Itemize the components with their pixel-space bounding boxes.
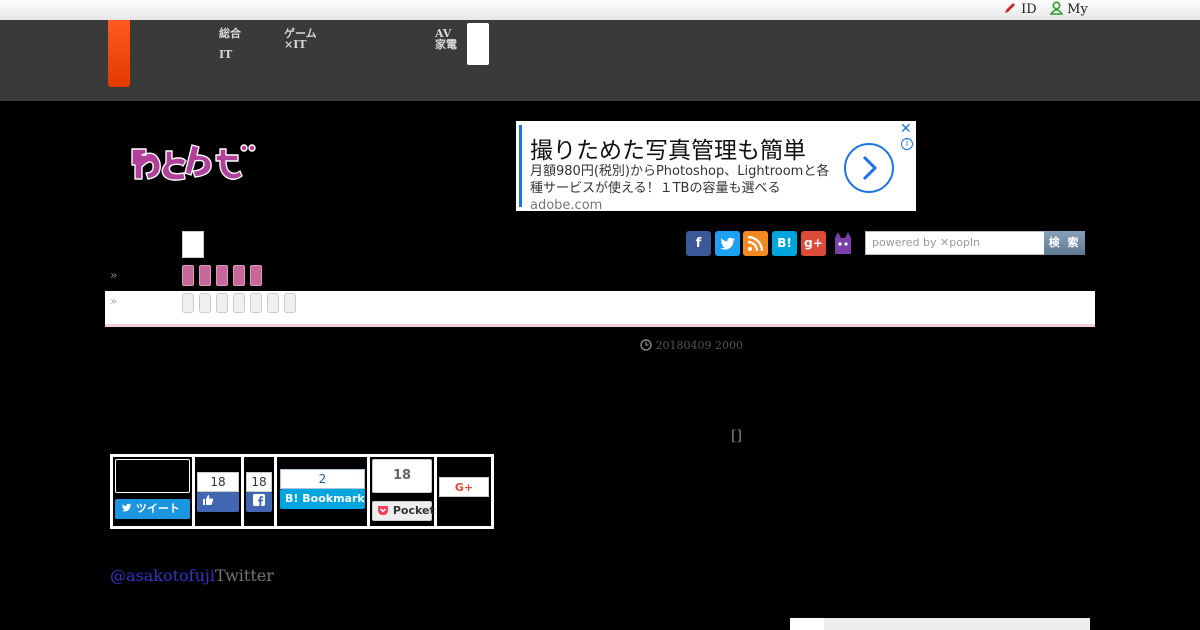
sidebar-box <box>790 618 1090 630</box>
pocket-cell: 18 Pocket <box>370 457 435 526</box>
facebook-icon[interactable]: f <box>686 231 711 256</box>
search-input[interactable]: powered by ✕popIn <box>865 231 1045 255</box>
facebook-icon <box>253 494 265 506</box>
ad-accent-bar <box>519 125 522 207</box>
facebook-share-count: 18 <box>246 472 272 492</box>
like-button[interactable] <box>197 492 239 512</box>
pencil-icon <box>1005 3 1015 13</box>
breadcrumb-separator: » <box>110 294 118 308</box>
ad-body: 月額980円(税別)からPhotoshop、Lightroomと各種サービスが使… <box>530 163 840 214</box>
nav-item-av[interactable]: AV 家電 <box>435 28 457 50</box>
top-utility-bar: ID My <box>0 0 1200 20</box>
search-button[interactable]: 検 索 <box>1044 231 1085 255</box>
brand-tab[interactable] <box>108 20 130 87</box>
nav-box[interactable] <box>467 23 489 65</box>
share-bar: ツイート 18 18 2 B! Bookmark 18 Pocket G+ <box>110 454 494 529</box>
hatena-cell: 2 B! Bookmark <box>277 457 367 526</box>
breadcrumb-item[interactable] <box>233 293 245 313</box>
breadcrumb-item[interactable] <box>267 293 279 313</box>
my-link-label: My <box>1067 2 1088 17</box>
category-tag[interactable] <box>250 265 262 286</box>
breadcrumb-item[interactable] <box>199 293 211 313</box>
thumbs-up-icon <box>203 495 214 505</box>
twitter-icon[interactable] <box>715 231 740 256</box>
hatena-b-icon: B! <box>285 492 299 505</box>
ad-headline: 撮りためた写真管理も簡単 <box>530 138 806 164</box>
bookmark-button[interactable]: B! Bookmark <box>280 489 365 509</box>
ad-body-text: 月額980円(税別)からPhotoshop、Lightroomと各種サービスが使… <box>530 164 830 196</box>
facebook-share-button[interactable] <box>246 492 272 512</box>
pocket-label: Pocket <box>392 504 435 517</box>
category-tag[interactable] <box>182 265 194 286</box>
like-cell: 18 <box>195 457 241 526</box>
sidebar-box-tab <box>790 618 824 630</box>
ad-arrow-button[interactable] <box>844 143 894 193</box>
global-nav <box>0 20 1200 101</box>
rss-icon[interactable] <box>743 231 768 256</box>
breadcrumb-item[interactable] <box>182 293 194 313</box>
author-twitter-line: @asakotofujiTwitter <box>110 566 274 585</box>
user-icon <box>1049 1 1064 15</box>
rss-feed-icon <box>747 235 764 252</box>
nav-item-general-line2: IT <box>219 48 233 61</box>
like-count: 18 <box>197 472 239 492</box>
tweet-button[interactable]: ツイート <box>115 499 190 519</box>
googleplus-cell: G+ <box>437 457 491 526</box>
menu-box[interactable] <box>182 231 204 258</box>
twitter-bird-icon <box>720 237 735 250</box>
breadcrumb-separator: » <box>110 268 118 282</box>
tweet-label: ツイート <box>135 502 180 515</box>
breadcrumb-item[interactable] <box>250 293 262 313</box>
tweet-cell: ツイート <box>113 457 192 526</box>
pocket-button[interactable]: Pocket <box>372 501 435 521</box>
category-tag[interactable] <box>199 265 211 286</box>
googleplus-button[interactable]: G+ <box>439 477 489 497</box>
caption-bracket: [] <box>731 428 742 444</box>
bookmark-count: 2 <box>280 469 365 489</box>
breadcrumb-item[interactable] <box>216 293 228 313</box>
ad-info-icon[interactable]: i <box>901 138 913 150</box>
clock-icon <box>640 339 652 351</box>
nav-item-game-line2: ×IT <box>284 38 307 51</box>
author-twitter-handle[interactable]: @asakotofuji <box>110 566 215 585</box>
ad-domain: adobe.com <box>530 198 603 213</box>
category-tag[interactable] <box>216 265 228 286</box>
facebook-share-cell: 18 <box>244 457 274 526</box>
pocket-icon <box>378 506 388 515</box>
nekomimi-icon[interactable] <box>832 230 854 256</box>
breadcrumb-item[interactable] <box>284 293 296 313</box>
ad-close-icon[interactable]: ✕ <box>900 121 912 137</box>
author-twitter-suffix: Twitter <box>214 566 274 585</box>
category-tag[interactable] <box>233 265 245 286</box>
publish-date-text: 20180409 2000 <box>655 339 743 352</box>
site-logo[interactable] <box>128 139 260 191</box>
googleplus-icon[interactable]: g+ <box>801 231 826 256</box>
publish-date: 20180409 2000 <box>640 339 743 352</box>
bookmark-label: Bookmark <box>302 492 365 505</box>
id-link-label: ID <box>1021 2 1037 17</box>
twitter-icon <box>121 503 132 512</box>
tweet-count-bubble <box>115 459 190 493</box>
nav-item-game[interactable]: ゲーム ×IT <box>284 28 317 50</box>
nav-item-av-line2: 家電 <box>435 38 457 51</box>
hatena-icon[interactable]: B! <box>772 231 797 256</box>
login-link[interactable]: ID <box>1003 1 1037 17</box>
pocket-count: 18 <box>372 459 432 493</box>
mypage-link[interactable]: My <box>1049 1 1088 17</box>
nav-item-general[interactable]: 総合 IT <box>219 28 241 60</box>
nav-item-general-line1: 総合 <box>219 27 241 40</box>
chevron-right-icon <box>862 155 878 181</box>
ad-banner[interactable]: 撮りためた写真管理も簡単 月額980円(税別)からPhotoshop、Light… <box>516 121 916 214</box>
